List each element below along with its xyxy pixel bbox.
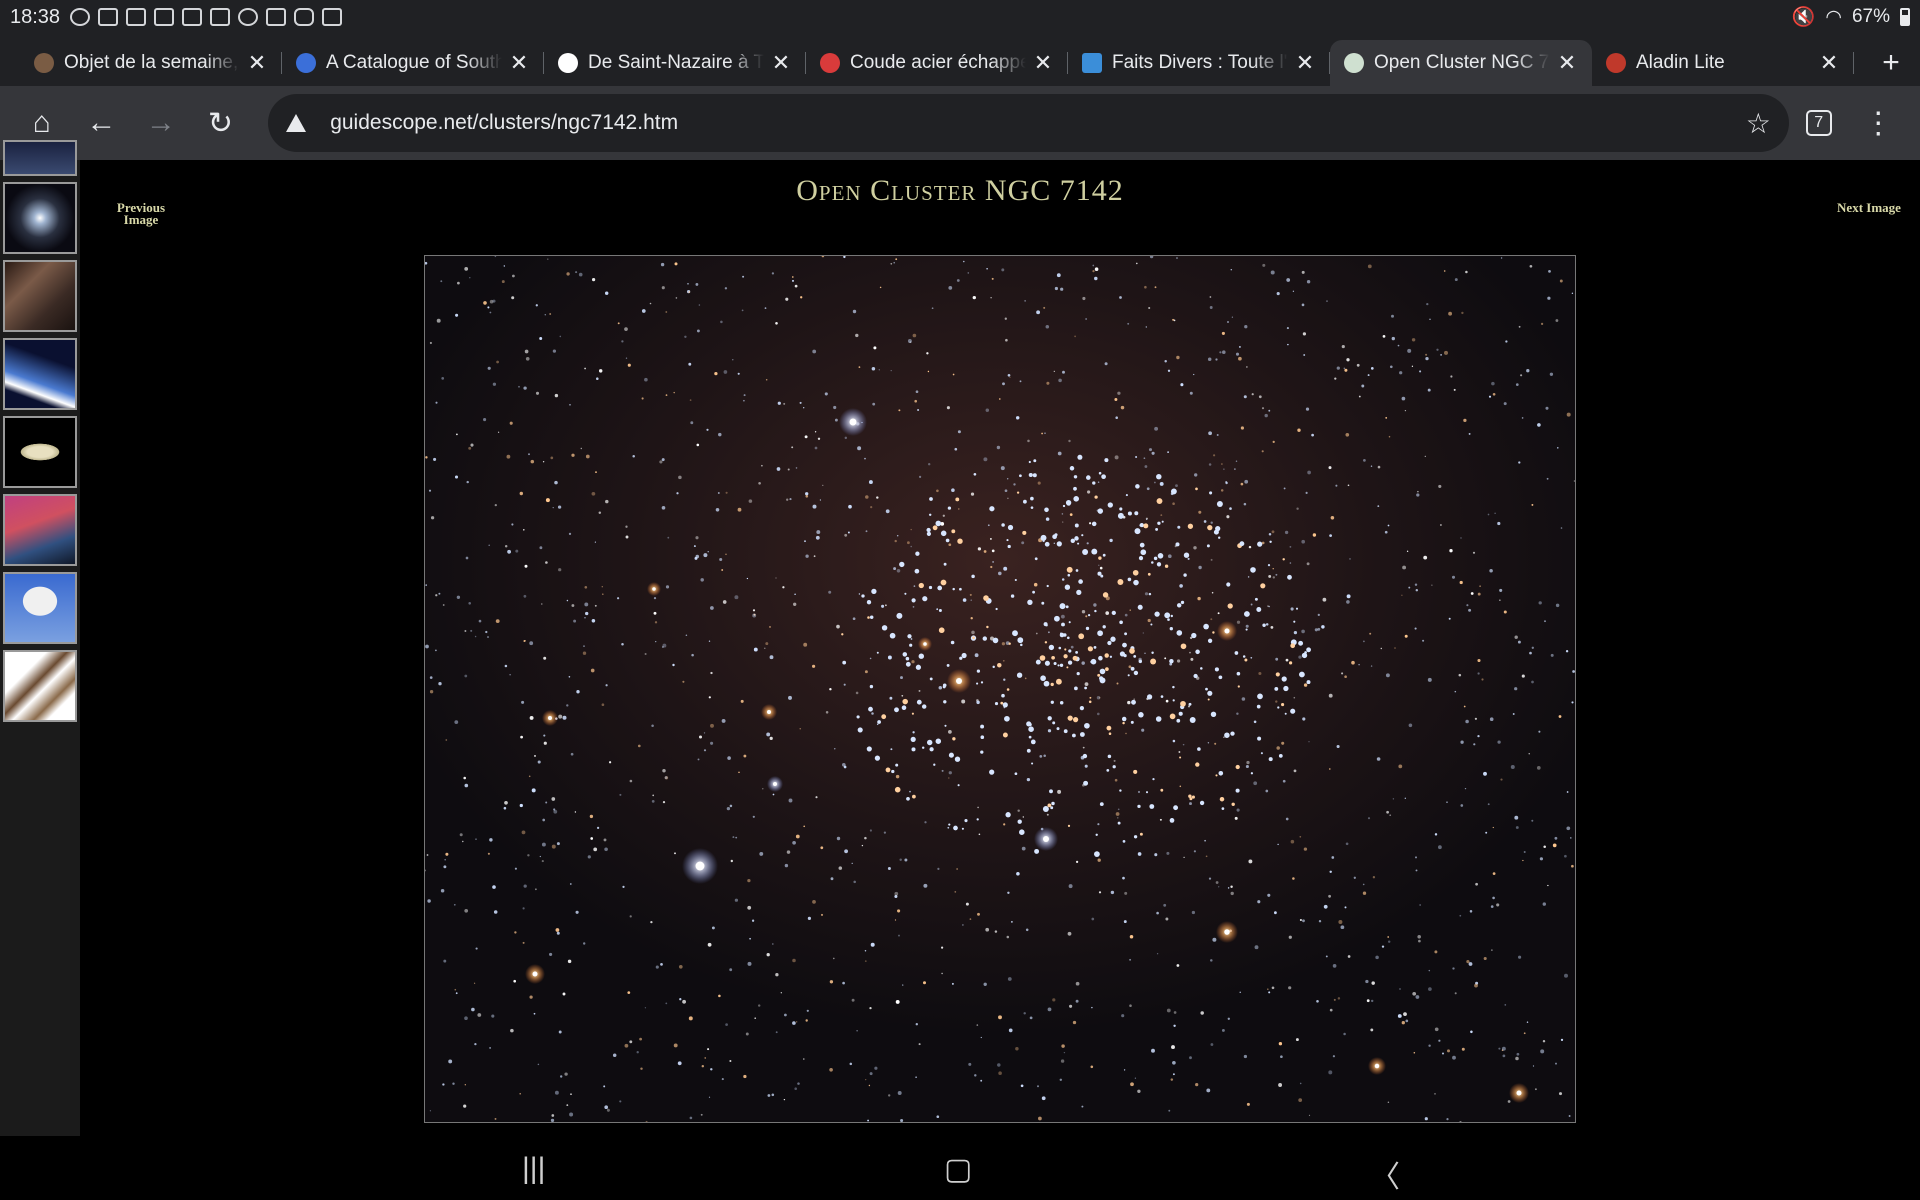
back-icon[interactable]: ← — [72, 93, 132, 153]
wifi-icon: ◠ — [1825, 6, 1842, 28]
notes-icon — [126, 8, 147, 26]
new-tab-button[interactable]: + — [1866, 40, 1916, 86]
close-icon[interactable]: ✕ — [770, 50, 792, 75]
saturn-thumb[interactable] — [3, 416, 77, 488]
close-icon[interactable]: ✕ — [508, 50, 530, 75]
tab-title: Coude acier échapper — [850, 52, 1026, 73]
notification-icons — [70, 8, 343, 26]
overflow-menu-icon[interactable]: ⋮ — [1848, 93, 1908, 153]
system-status: 🔇 ◠ 67% — [1792, 5, 1910, 29]
telescope-thumb[interactable] — [3, 650, 77, 722]
tab-favicon — [558, 53, 578, 73]
status-time: 18:38 — [10, 5, 61, 28]
tab-favicon — [34, 53, 54, 73]
tab-switcher-button[interactable]: 7 — [1789, 93, 1849, 153]
fan-icon — [238, 8, 259, 26]
comet-thumb[interactable] — [3, 338, 77, 410]
tab-favicon — [1344, 53, 1364, 73]
close-icon[interactable]: ✕ — [1556, 50, 1578, 75]
battery-icon — [1900, 8, 1910, 26]
gmail-icon — [210, 8, 231, 26]
tab-objet-de-la-semaine[interactable]: Objet de la semaine, 1 ✕ — [20, 40, 282, 86]
bookmark-star-icon[interactable]: ☆ — [1746, 107, 1771, 140]
gallery-icon — [266, 8, 287, 26]
close-icon[interactable]: ✕ — [1294, 50, 1316, 75]
tab-open-cluster-ngc7142[interactable]: Open Cluster NGC 714 ✕ — [1330, 40, 1592, 86]
browser-toolbar: ⌂ ← → ↻ guidescope.net/clusters/ngc7142.… — [0, 86, 1920, 160]
not-secure-warning-icon[interactable] — [286, 114, 307, 132]
tab-title: De Saint-Nazaire à To — [588, 52, 764, 73]
youtube-icon — [294, 8, 315, 26]
tab-catalogue-southern[interactable]: A Catalogue of Southe ✕ — [282, 40, 544, 86]
tab-favicon — [1606, 53, 1626, 73]
reload-icon[interactable]: ↻ — [191, 93, 251, 153]
mail-icon — [154, 8, 175, 26]
play-store-icon — [322, 8, 343, 26]
milky-way-thumb[interactable] — [3, 260, 77, 332]
tab-coude-acier[interactable]: Coude acier échapper ✕ — [806, 40, 1068, 86]
url-text[interactable]: guidescope.net/clusters/ngc7142.htm — [330, 111, 1746, 135]
tab-aladin-lite[interactable]: Aladin Lite ✕ — [1592, 40, 1854, 86]
tab-favicon — [296, 53, 316, 73]
tab-saint-nazaire[interactable]: De Saint-Nazaire à To ✕ — [544, 40, 806, 86]
back-button-icon[interactable]: 〈 — [1370, 1152, 1400, 1196]
tab-title: Open Cluster NGC 714 — [1374, 52, 1550, 73]
observatory-thumb[interactable] — [3, 572, 77, 644]
partial-thumb[interactable] — [3, 140, 77, 176]
messenger-icon — [70, 8, 91, 26]
forward-icon[interactable]: → — [131, 93, 191, 153]
tab-strip: Objet de la semaine, 1 ✕ A Catalogue of … — [0, 34, 1920, 86]
tab-favicon — [820, 53, 840, 73]
image-sidebar — [0, 140, 80, 1136]
home-button-icon[interactable]: ▢ — [944, 1152, 972, 1187]
tab-count: 7 — [1805, 110, 1832, 136]
close-icon[interactable]: ✕ — [1032, 50, 1054, 75]
tab-title: Objet de la semaine, 1 — [64, 52, 240, 73]
calendar-icon — [98, 8, 119, 26]
next-image-link[interactable]: Next Image — [1834, 201, 1904, 214]
battery-level: 67% — [1851, 6, 1890, 27]
star-field-image — [425, 256, 1575, 1122]
mute-icon: 🔇 — [1791, 7, 1816, 28]
cluster-photo — [424, 255, 1576, 1123]
status-bar: 18:38 🔇 ◠ 67% — [0, 0, 1920, 34]
page-title: Open Cluster NGC 7142 — [796, 174, 1124, 207]
close-icon[interactable]: ✕ — [246, 50, 268, 75]
tab-title: Faits Divers : Toute l'a — [1112, 52, 1288, 73]
tab-title: A Catalogue of Southe — [326, 52, 502, 73]
tab-favicon — [1082, 53, 1102, 73]
tab-title: Aladin Lite — [1636, 52, 1725, 73]
close-icon[interactable]: ✕ — [1818, 50, 1840, 75]
tab-faits-divers[interactable]: Faits Divers : Toute l'a ✕ — [1068, 40, 1330, 86]
mail-icon — [182, 8, 203, 26]
android-nav-bar: ||| ▢ 〈 — [0, 1136, 1920, 1200]
address-bar[interactable]: guidescope.net/clusters/ngc7142.htm ☆ — [268, 94, 1789, 152]
page-content: Previous Image Open Cluster NGC 7142 Nex… — [0, 140, 1920, 1136]
aurora-thumb[interactable] — [3, 494, 77, 566]
recent-apps-icon[interactable]: ||| — [522, 1152, 545, 1186]
